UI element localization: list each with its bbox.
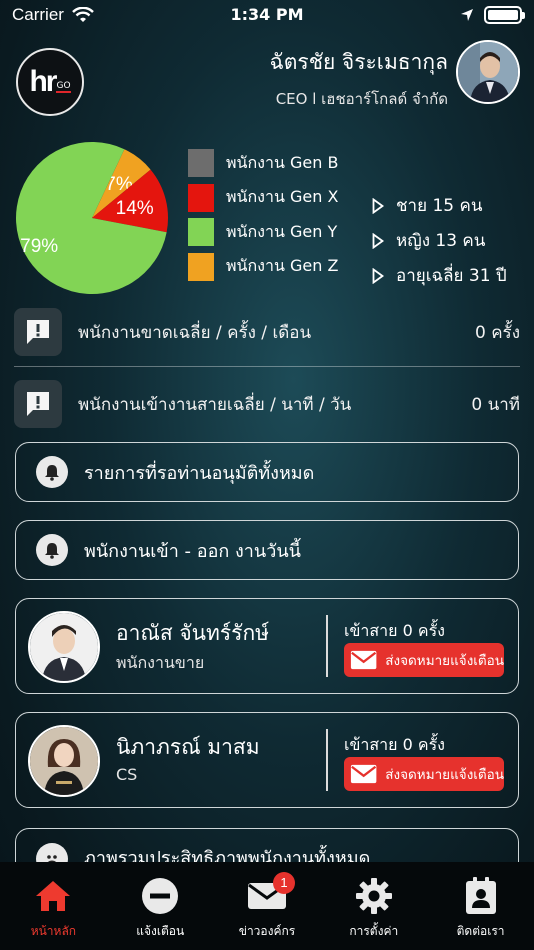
employee-name: อาณัส จันทร์รักษ์: [116, 621, 269, 645]
divider: [14, 366, 520, 367]
envelope-icon: [350, 764, 377, 784]
metric-absence-value: 0 ครั้ง: [474, 322, 520, 343]
tab-contact[interactable]: ติดต่อเรา: [431, 876, 531, 941]
comment-alert-icon: [14, 380, 62, 428]
user-info: ฉัตรชัย จิระเมธากุล CEO l เฮชอาร์โกลด์ จ…: [269, 46, 448, 111]
stat-item: ชาย 15 คน: [372, 188, 507, 223]
location-icon: [461, 9, 473, 21]
legend-swatch: [188, 149, 214, 178]
employee-avatar: [28, 725, 100, 797]
tab-home[interactable]: หน้าหลัก: [3, 876, 103, 941]
contact-icon: [461, 876, 501, 916]
send-warning-label: ส่งจดหมายแจ้งเตือน: [385, 653, 504, 669]
legend-item: พนักงาน Gen Y: [188, 215, 338, 250]
metric-late-value: 0 นาที: [471, 394, 520, 415]
employee-name: นิภาภรณ์ มาสม: [116, 735, 260, 759]
stat-label: อายุเฉลี่ย 31 ปี: [396, 266, 507, 286]
late-count: เข้าสาย 0 ครั้ง: [344, 735, 445, 754]
pie-slice-label: 79%: [20, 236, 58, 257]
employee-role: พนักงานขาย: [116, 653, 205, 672]
pending-approvals-label: รายการที่รอท่านอนุมัติทั้งหมด: [84, 462, 315, 484]
stat-label: ชาย 15 คน: [396, 196, 483, 216]
tab-notifications[interactable]: แจ้งเตือน: [110, 876, 210, 941]
user-avatar[interactable]: [456, 40, 520, 104]
logo-sub-text: GO: [56, 81, 71, 93]
status-bar: Carrier: [0, 0, 534, 30]
app-logo[interactable]: hr GO: [16, 48, 84, 116]
logo-main-text: hr: [29, 65, 57, 98]
gear-icon: [354, 876, 394, 916]
legend-item: พนักงาน Gen B: [188, 146, 338, 181]
legend-swatch: [188, 218, 214, 247]
employee-card[interactable]: นิภาภรณ์ มาสม CS เข้าสาย 0 ครั้ง ส่งจดหม…: [15, 712, 519, 808]
bottom-tab-bar: หน้าหลัก แจ้งเตือน 1 ข่าวองค์กร การตั้งค…: [0, 862, 534, 950]
attendance-today-label: พนักงานเข้า - ออก งานวันนี้: [84, 540, 301, 562]
tab-news-label: ข่าวองค์กร: [238, 924, 296, 938]
tab-news[interactable]: 1 ข่าวองค์กร: [217, 872, 317, 941]
news-badge: 1: [272, 872, 295, 894]
generation-pie-chart: 7%14%79%: [15, 142, 168, 294]
triangle-right-icon: [372, 267, 384, 284]
pie-slice-label: 14%: [116, 198, 154, 219]
home-icon: [33, 876, 73, 916]
legend-label: พนักงาน Gen Y: [226, 221, 338, 241]
metric-late-label: พนักงานเข้างานสายเฉลี่ย / นาที / วัน: [78, 394, 352, 415]
send-warning-label: ส่งจดหมายแจ้งเตือน: [385, 767, 504, 783]
legend-label: พนักงาน Gen Z: [226, 256, 339, 276]
user-name: ฉัตรชัย จิระเมธากุล: [269, 50, 448, 74]
triangle-right-icon: [372, 232, 384, 249]
pending-approvals-button[interactable]: รายการที่รอท่านอนุมัติทั้งหมด: [15, 442, 519, 502]
envelope-icon: [350, 650, 377, 670]
stat-item: อายุเฉลี่ย 31 ปี: [372, 258, 507, 293]
stat-item: หญิง 13 คน: [372, 223, 507, 258]
tab-contact-label: ติดต่อเรา: [456, 924, 505, 938]
divider: [326, 729, 328, 791]
tab-notifications-label: แจ้งเตือน: [136, 924, 185, 938]
minus-circle-icon: [140, 876, 180, 916]
triangle-right-icon: [372, 197, 384, 214]
tab-settings-label: การตั้งค่า: [349, 924, 399, 938]
metric-late[interactable]: พนักงานเข้างานสายเฉลี่ย / นาที / วัน 0 น…: [14, 374, 520, 434]
employee-avatar: [28, 611, 100, 683]
wifi-icon: [72, 7, 94, 22]
bell-icon: [36, 456, 68, 488]
comment-alert-icon: [14, 308, 62, 356]
header: hr GO ฉัตรชัย จิระเมธากุล CEO l เฮชอาร์โ…: [16, 38, 520, 116]
divider: [326, 615, 328, 677]
send-warning-button[interactable]: ส่งจดหมายแจ้งเตือน: [344, 643, 504, 677]
employee-stats: ชาย 15 คนหญิง 13 คนอายุเฉลี่ย 31 ปี: [372, 188, 507, 293]
tab-home-label: หน้าหลัก: [30, 924, 77, 938]
user-role: CEO l เฮชอาร์โกลด์ จำกัด: [275, 90, 448, 108]
legend-label: พนักงาน Gen X: [226, 187, 339, 207]
legend-item: พนักงาน Gen X: [188, 181, 338, 216]
metric-absence-label: พนักงานขาดเฉลี่ย / ครั้ง / เดือน: [78, 322, 312, 343]
employee-card[interactable]: อาณัส จันทร์รักษ์ พนักงานขาย เข้าสาย 0 ค…: [15, 598, 519, 694]
stat-label: หญิง 13 คน: [396, 231, 486, 251]
attendance-today-button[interactable]: พนักงานเข้า - ออก งานวันนี้: [15, 520, 519, 580]
battery-icon: [484, 6, 525, 24]
legend-label: พนักงาน Gen B: [226, 152, 339, 172]
chart-legend: พนักงาน Gen B พนักงาน Gen X พนักงาน Gen Y พ…: [188, 146, 338, 284]
metric-absence[interactable]: พนักงานขาดเฉลี่ย / ครั้ง / เดือน 0 ครั้ง: [14, 302, 520, 362]
legend-item: พนักงาน Gen Z: [188, 250, 338, 285]
late-count: เข้าสาย 0 ครั้ง: [344, 621, 445, 640]
send-warning-button[interactable]: ส่งจดหมายแจ้งเตือน: [344, 757, 504, 791]
bell-icon: [36, 534, 68, 566]
legend-swatch: [188, 252, 214, 281]
generation-chart: 7% 14% 79% พนักงาน Gen B พนักงาน Gen X พนักง…: [14, 140, 524, 300]
tab-settings[interactable]: การตั้งค่า: [324, 876, 424, 941]
carrier-label: Carrier: [12, 5, 64, 24]
employee-role: CS: [116, 765, 138, 784]
legend-swatch: [188, 183, 214, 212]
